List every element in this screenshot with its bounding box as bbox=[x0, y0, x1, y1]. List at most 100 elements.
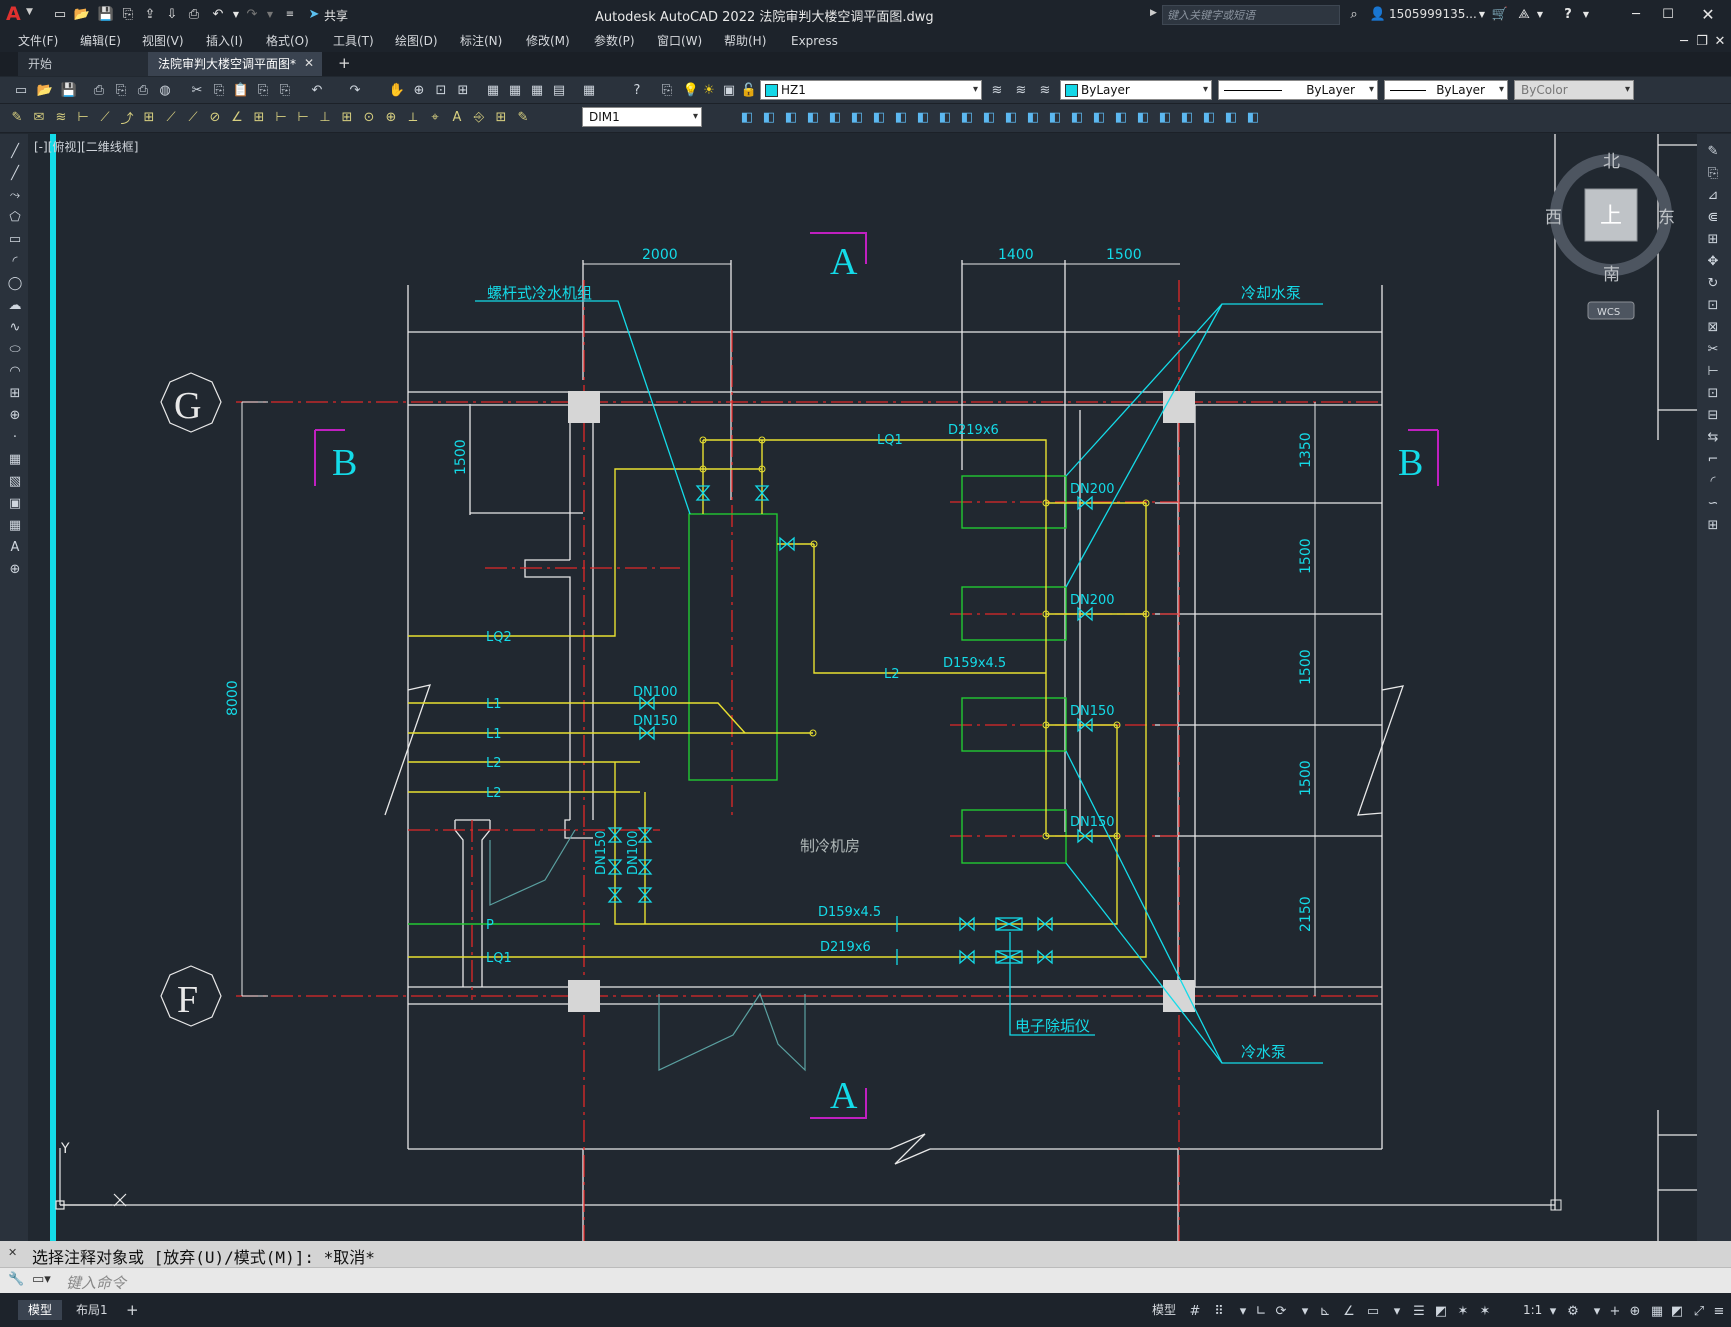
hatch-icon[interactable]: ▦ bbox=[6, 450, 24, 468]
redo-dropdown-icon[interactable]: ▼ bbox=[262, 6, 278, 22]
gradient-icon[interactable]: ▧ bbox=[6, 472, 24, 490]
copy-icon[interactable]: ⎘ bbox=[210, 81, 228, 99]
array-icon[interactable]: ⊞ bbox=[1704, 230, 1722, 248]
inspect-icon[interactable]: ⟂ bbox=[404, 108, 422, 126]
command-close-icon[interactable]: ✕ bbox=[8, 1246, 17, 1259]
scale-icon[interactable]: ⊡ bbox=[1704, 296, 1722, 314]
layer-properties-icon[interactable]: ⎘ bbox=[658, 81, 676, 99]
doc-minimize-icon[interactable]: ─ bbox=[1676, 33, 1692, 49]
search-input[interactable]: 键入关键字或短语 bbox=[1162, 5, 1340, 25]
search-icon[interactable]: ⌕ bbox=[1346, 6, 1362, 22]
scale-obj-icon[interactable]: ◧ bbox=[870, 108, 888, 126]
make-current-icon[interactable]: ≋ bbox=[988, 81, 1006, 99]
tool-palettes-icon[interactable]: ▦ bbox=[528, 81, 546, 99]
rectangle-icon[interactable]: ▭ bbox=[6, 230, 24, 248]
polygon-icon[interactable]: ⬠ bbox=[6, 208, 24, 226]
user-icon[interactable]: 👤 bbox=[1370, 6, 1386, 22]
spline-icon[interactable]: ∿ bbox=[6, 318, 24, 336]
menu-window[interactable]: 窗口(W) bbox=[657, 30, 702, 52]
color-dropdown[interactable]: ByLayer ▾ bbox=[1060, 80, 1212, 100]
transparency-icon[interactable]: ◩ bbox=[1432, 1302, 1450, 1320]
dim-style-icon[interactable]: ≋ bbox=[52, 108, 70, 126]
share-button[interactable]: 共享 bbox=[324, 7, 348, 24]
point-icon[interactable]: · bbox=[6, 428, 24, 446]
copy-obj-icon[interactable]: ◧ bbox=[738, 108, 756, 126]
draworder-icon[interactable]: ◧ bbox=[1068, 108, 1086, 126]
zoom-previous-icon[interactable]: ⊞ bbox=[454, 81, 472, 99]
osnap-track-icon[interactable]: ∠ bbox=[1340, 1302, 1358, 1320]
sun-icon[interactable]: ☀ bbox=[700, 81, 718, 99]
isodraft-icon[interactable]: ⊾ bbox=[1316, 1302, 1334, 1320]
open-icon[interactable]: 📂 bbox=[36, 81, 54, 99]
menu-help[interactable]: 帮助(H) bbox=[724, 30, 766, 52]
polar-dropdown-icon[interactable]: ▾ bbox=[1296, 1302, 1314, 1320]
extend-icon[interactable]: ⊢ bbox=[1704, 362, 1722, 380]
help-dropdown-icon[interactable]: ▼ bbox=[1578, 6, 1594, 22]
new-tab-button[interactable]: + bbox=[338, 54, 351, 72]
undo-icon[interactable]: ↶ bbox=[308, 81, 326, 99]
erase-icon[interactable]: ✎ bbox=[1704, 142, 1722, 160]
share-icon[interactable]: ➤ bbox=[306, 6, 322, 22]
open-file-icon[interactable]: 📂 bbox=[74, 6, 90, 22]
mtext-icon[interactable]: A bbox=[6, 538, 24, 556]
blend-icon[interactable]: ∽ bbox=[1704, 494, 1722, 512]
mirror-obj-icon[interactable]: ◧ bbox=[760, 108, 778, 126]
join-icon[interactable]: ⇆ bbox=[1704, 428, 1722, 446]
save-as-icon[interactable]: ⎘ bbox=[120, 6, 136, 22]
center-mark-icon[interactable]: ⊕ bbox=[382, 108, 400, 126]
circle-icon[interactable]: ◯ bbox=[6, 274, 24, 292]
mirror-icon[interactable]: ⊿ bbox=[1704, 186, 1722, 204]
pan-icon[interactable]: ✋ bbox=[388, 81, 406, 99]
viewcube-west[interactable]: 西 bbox=[1545, 208, 1562, 228]
radius-icon[interactable]: ⟋ bbox=[162, 108, 180, 126]
break-icon[interactable]: ⊟ bbox=[1704, 406, 1722, 424]
chamfer-icon[interactable]: ⌐ bbox=[1704, 450, 1722, 468]
auto-scale-icon[interactable]: ✶ bbox=[1476, 1302, 1494, 1320]
make-block-icon[interactable]: ⊕ bbox=[6, 406, 24, 424]
dim-text-edit-icon[interactable]: ⎆ bbox=[470, 108, 488, 126]
insert-block-icon[interactable]: ⊞ bbox=[6, 384, 24, 402]
customize-icon[interactable]: ≡ bbox=[1710, 1302, 1728, 1320]
explode-obj-icon[interactable]: ◧ bbox=[1046, 108, 1064, 126]
dim-aligned-icon[interactable]: ✉ bbox=[30, 108, 48, 126]
ordinate-icon[interactable]: ⊞ bbox=[140, 108, 158, 126]
line-icon[interactable]: ╱ bbox=[6, 142, 24, 160]
autodesk-app-icon[interactable]: ⟁ bbox=[1516, 6, 1532, 22]
viewcube-north[interactable]: 北 bbox=[1603, 152, 1620, 172]
publish-icon[interactable]: ⎙ bbox=[134, 81, 152, 99]
quick-properties-icon[interactable]: ▦ bbox=[1648, 1302, 1666, 1320]
web-open-icon[interactable]: ⇪ bbox=[142, 6, 158, 22]
group-icon[interactable]: ◧ bbox=[1090, 108, 1108, 126]
dim-override-icon[interactable]: ✎ bbox=[514, 108, 532, 126]
new-icon[interactable]: ▭ bbox=[12, 81, 30, 99]
tab-close-icon[interactable]: ✕ bbox=[304, 56, 314, 70]
rotate-icon[interactable]: ↻ bbox=[1704, 274, 1722, 292]
scale-dropdown-icon[interactable]: ▾ bbox=[1544, 1302, 1562, 1320]
menu-insert[interactable]: 插入(I) bbox=[206, 30, 243, 52]
jogged-icon[interactable]: ⟋ bbox=[184, 108, 202, 126]
move-icon[interactable]: ✥ bbox=[1704, 252, 1722, 270]
snap-dropdown-icon[interactable]: ▾ bbox=[1234, 1302, 1252, 1320]
add-layout-button[interactable]: + bbox=[126, 1300, 139, 1320]
app-menu-arrow-icon[interactable]: ▼ bbox=[26, 7, 33, 17]
aligned-icon[interactable]: ⟋ bbox=[96, 108, 114, 126]
annotation-scale[interactable]: 1:1 bbox=[1523, 1300, 1542, 1320]
insert-block-icon[interactable]: ◧ bbox=[1178, 108, 1196, 126]
minimize-icon[interactable]: ─ bbox=[1628, 6, 1644, 22]
undo-dropdown-icon[interactable]: ▼ bbox=[228, 6, 244, 22]
sheet-set-icon[interactable]: ▤ bbox=[550, 81, 568, 99]
light-bulb-icon[interactable]: 💡 bbox=[682, 81, 700, 99]
jogged-linear-icon[interactable]: ⌖ bbox=[426, 108, 444, 126]
rotate-obj-icon[interactable]: ◧ bbox=[848, 108, 866, 126]
help-icon[interactable]: ? bbox=[1560, 6, 1576, 22]
arc-length-icon[interactable]: ⤴ bbox=[118, 108, 136, 127]
viewcube-south[interactable]: 南 bbox=[1603, 265, 1620, 285]
viewcube-east[interactable]: 东 bbox=[1658, 208, 1675, 228]
markup-icon[interactable]: ▦ bbox=[580, 81, 598, 99]
plot-icon[interactable]: ⎙ bbox=[186, 6, 202, 22]
polyline-icon[interactable]: ⤳ bbox=[6, 186, 24, 204]
doc-close-icon[interactable]: ✕ bbox=[1712, 33, 1728, 49]
save-icon[interactable]: 💾 bbox=[60, 81, 78, 99]
ungroup-icon[interactable]: ◧ bbox=[1112, 108, 1130, 126]
stretch-obj-icon[interactable]: ◧ bbox=[892, 108, 910, 126]
